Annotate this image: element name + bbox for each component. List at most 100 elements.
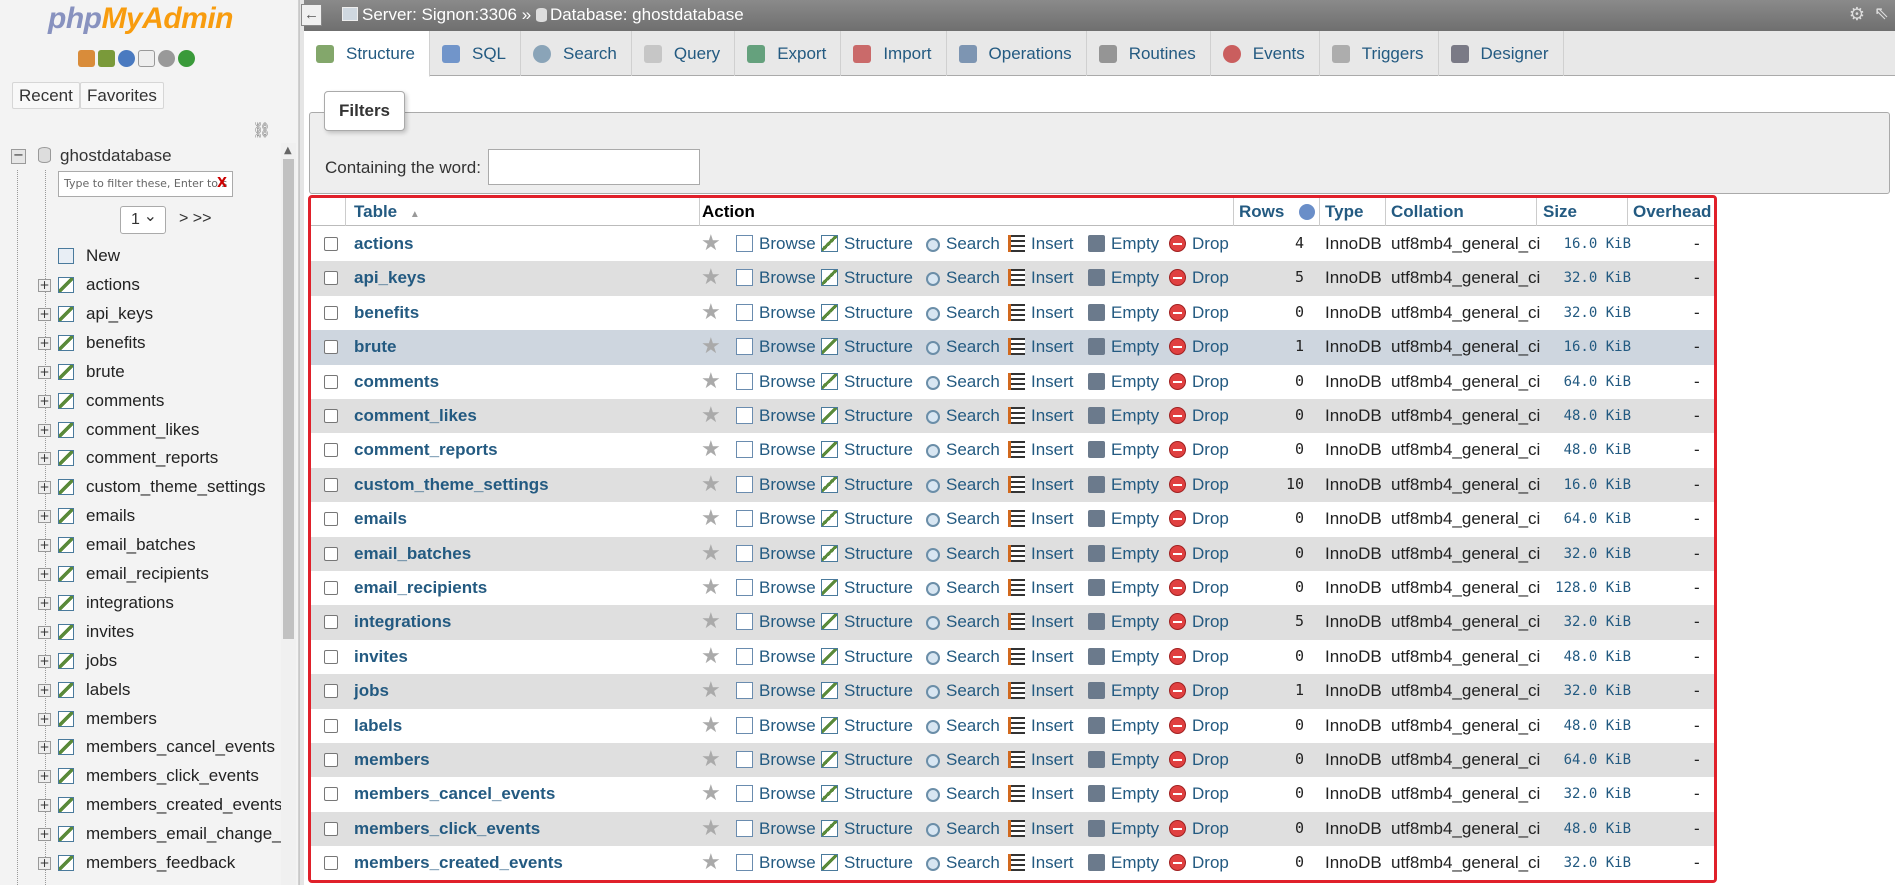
- size-link[interactable]: 48.0 KiB: [1541, 718, 1631, 734]
- tree-item-table[interactable]: + members: [38, 708, 283, 732]
- collation-link[interactable]: utf8mb4_general_ci: [1391, 819, 1540, 839]
- tree-item-table[interactable]: + members_cancel_events: [38, 736, 283, 760]
- table-name-link[interactable]: comment_reports: [354, 440, 498, 460]
- collation-link[interactable]: utf8mb4_general_ci: [1391, 372, 1540, 392]
- tree-item-table[interactable]: + emails: [38, 505, 283, 529]
- action-empty[interactable]: Empty: [1088, 509, 1159, 529]
- action-drop[interactable]: Drop: [1169, 612, 1229, 632]
- tree-item-table[interactable]: + actions: [38, 274, 283, 298]
- size-link[interactable]: 32.0 KiB: [1541, 786, 1631, 802]
- tree-table-name[interactable]: email_recipients: [86, 564, 209, 584]
- favorite-star-icon[interactable]: ★: [701, 541, 721, 563]
- tree-item-table[interactable]: + brute: [38, 361, 283, 385]
- action-empty[interactable]: Empty: [1088, 372, 1159, 392]
- action-structure[interactable]: Structure: [821, 750, 913, 770]
- action-insert[interactable]: Insert: [1008, 612, 1074, 632]
- tree-table-name[interactable]: members_click_events: [86, 766, 259, 786]
- table-name-link[interactable]: email_recipients: [354, 578, 487, 598]
- size-link[interactable]: 48.0 KiB: [1541, 442, 1631, 458]
- tab-designer[interactable]: Designer: [1439, 31, 1564, 76]
- action-browse[interactable]: Browse: [736, 234, 816, 254]
- action-empty[interactable]: Empty: [1088, 544, 1159, 564]
- expand-icon[interactable]: +: [38, 654, 51, 668]
- tree-item-table[interactable]: + members_click_events: [38, 765, 283, 789]
- action-browse[interactable]: Browse: [736, 819, 816, 839]
- row-checkbox[interactable]: [324, 615, 338, 630]
- breadcrumb-database[interactable]: Database: ghostdatabase: [550, 5, 744, 24]
- row-checkbox[interactable]: [324, 409, 338, 423]
- table-filter-input[interactable]: Type to filter these, Enter to sX: [58, 171, 233, 197]
- favorites-button[interactable]: Favorites: [80, 82, 164, 109]
- table-name-link[interactable]: api_keys: [354, 268, 426, 288]
- row-checkbox[interactable]: [324, 340, 338, 355]
- action-browse[interactable]: Browse: [736, 372, 816, 392]
- size-link[interactable]: 32.0 KiB: [1541, 305, 1631, 321]
- row-checkbox[interactable]: [324, 512, 338, 527]
- action-drop[interactable]: Drop: [1169, 853, 1229, 873]
- col-table[interactable]: Table ▲: [354, 202, 420, 222]
- breadcrumb-server[interactable]: Server: Signon:3306: [362, 5, 517, 24]
- action-drop[interactable]: Drop: [1169, 784, 1229, 804]
- collation-link[interactable]: utf8mb4_general_ci: [1391, 406, 1540, 426]
- action-structure[interactable]: Structure: [821, 509, 913, 529]
- nav-resizer[interactable]: [299, 0, 304, 885]
- expand-icon[interactable]: +: [38, 857, 51, 870]
- tree-table-name[interactable]: jobs: [86, 651, 117, 671]
- tree-item-table[interactable]: + labels: [38, 679, 283, 703]
- action-search[interactable]: Search: [926, 268, 1000, 288]
- favorite-star-icon[interactable]: ★: [701, 748, 721, 770]
- action-insert[interactable]: Insert: [1008, 681, 1074, 701]
- tab-structure[interactable]: Structure: [304, 31, 430, 77]
- action-insert[interactable]: Insert: [1008, 440, 1074, 460]
- action-insert[interactable]: Insert: [1008, 509, 1074, 529]
- help-icon[interactable]: [1299, 204, 1316, 220]
- tab-search[interactable]: Search: [521, 31, 632, 76]
- tree-table-name[interactable]: members_email_change_e: [86, 824, 291, 844]
- action-insert[interactable]: Insert: [1008, 853, 1074, 873]
- action-structure[interactable]: Structure: [821, 268, 913, 288]
- tree-item-table[interactable]: + integrations: [38, 592, 283, 616]
- action-drop[interactable]: Drop: [1169, 406, 1229, 426]
- size-link[interactable]: 16.0 KiB: [1541, 236, 1631, 252]
- tree-item-table[interactable]: + email_recipients: [38, 563, 283, 587]
- collation-link[interactable]: utf8mb4_general_ci: [1391, 509, 1540, 529]
- row-checkbox[interactable]: [324, 821, 338, 836]
- collation-link[interactable]: utf8mb4_general_ci: [1391, 578, 1540, 598]
- row-checkbox[interactable]: [324, 856, 338, 871]
- action-empty[interactable]: Empty: [1088, 475, 1159, 495]
- collapse-top-icon[interactable]: ⇖: [1874, 3, 1889, 24]
- col-overhead[interactable]: Overhead: [1633, 202, 1711, 222]
- size-link[interactable]: 32.0 KiB: [1541, 855, 1631, 871]
- expand-icon[interactable]: +: [38, 365, 51, 379]
- favorite-star-icon[interactable]: ★: [701, 816, 721, 838]
- favorite-star-icon[interactable]: ★: [701, 369, 721, 391]
- expand-icon[interactable]: +: [38, 828, 51, 842]
- size-link[interactable]: 64.0 KiB: [1541, 752, 1631, 768]
- row-checkbox[interactable]: [324, 271, 338, 286]
- action-structure[interactable]: Structure: [821, 440, 913, 460]
- expand-icon[interactable]: +: [38, 423, 51, 437]
- collation-link[interactable]: utf8mb4_general_ci: [1391, 681, 1540, 701]
- scroll-up-icon[interactable]: ▲: [284, 145, 292, 156]
- tree-table-name[interactable]: members: [86, 709, 157, 729]
- favorite-star-icon[interactable]: ★: [701, 232, 721, 254]
- table-name-link[interactable]: members_cancel_events: [354, 784, 555, 804]
- scrollbar-thumb[interactable]: [283, 159, 294, 639]
- gear-icon[interactable]: ⚙: [1849, 4, 1865, 25]
- size-link[interactable]: 64.0 KiB: [1541, 374, 1631, 390]
- action-structure[interactable]: Structure: [821, 716, 913, 736]
- favorite-star-icon[interactable]: ★: [701, 782, 721, 804]
- row-checkbox[interactable]: [324, 546, 338, 561]
- action-structure[interactable]: Structure: [821, 681, 913, 701]
- tree-table-name[interactable]: comment_reports: [86, 448, 218, 468]
- action-drop[interactable]: Drop: [1169, 681, 1229, 701]
- action-empty[interactable]: Empty: [1088, 819, 1159, 839]
- action-search[interactable]: Search: [926, 440, 1000, 460]
- action-insert[interactable]: Insert: [1008, 578, 1074, 598]
- action-search[interactable]: Search: [926, 234, 1000, 254]
- action-drop[interactable]: Drop: [1169, 303, 1229, 323]
- tree-item-new[interactable]: New: [38, 245, 283, 269]
- col-type[interactable]: Type: [1325, 202, 1363, 222]
- action-drop[interactable]: Drop: [1169, 509, 1229, 529]
- tree-table-name[interactable]: comments: [86, 391, 164, 411]
